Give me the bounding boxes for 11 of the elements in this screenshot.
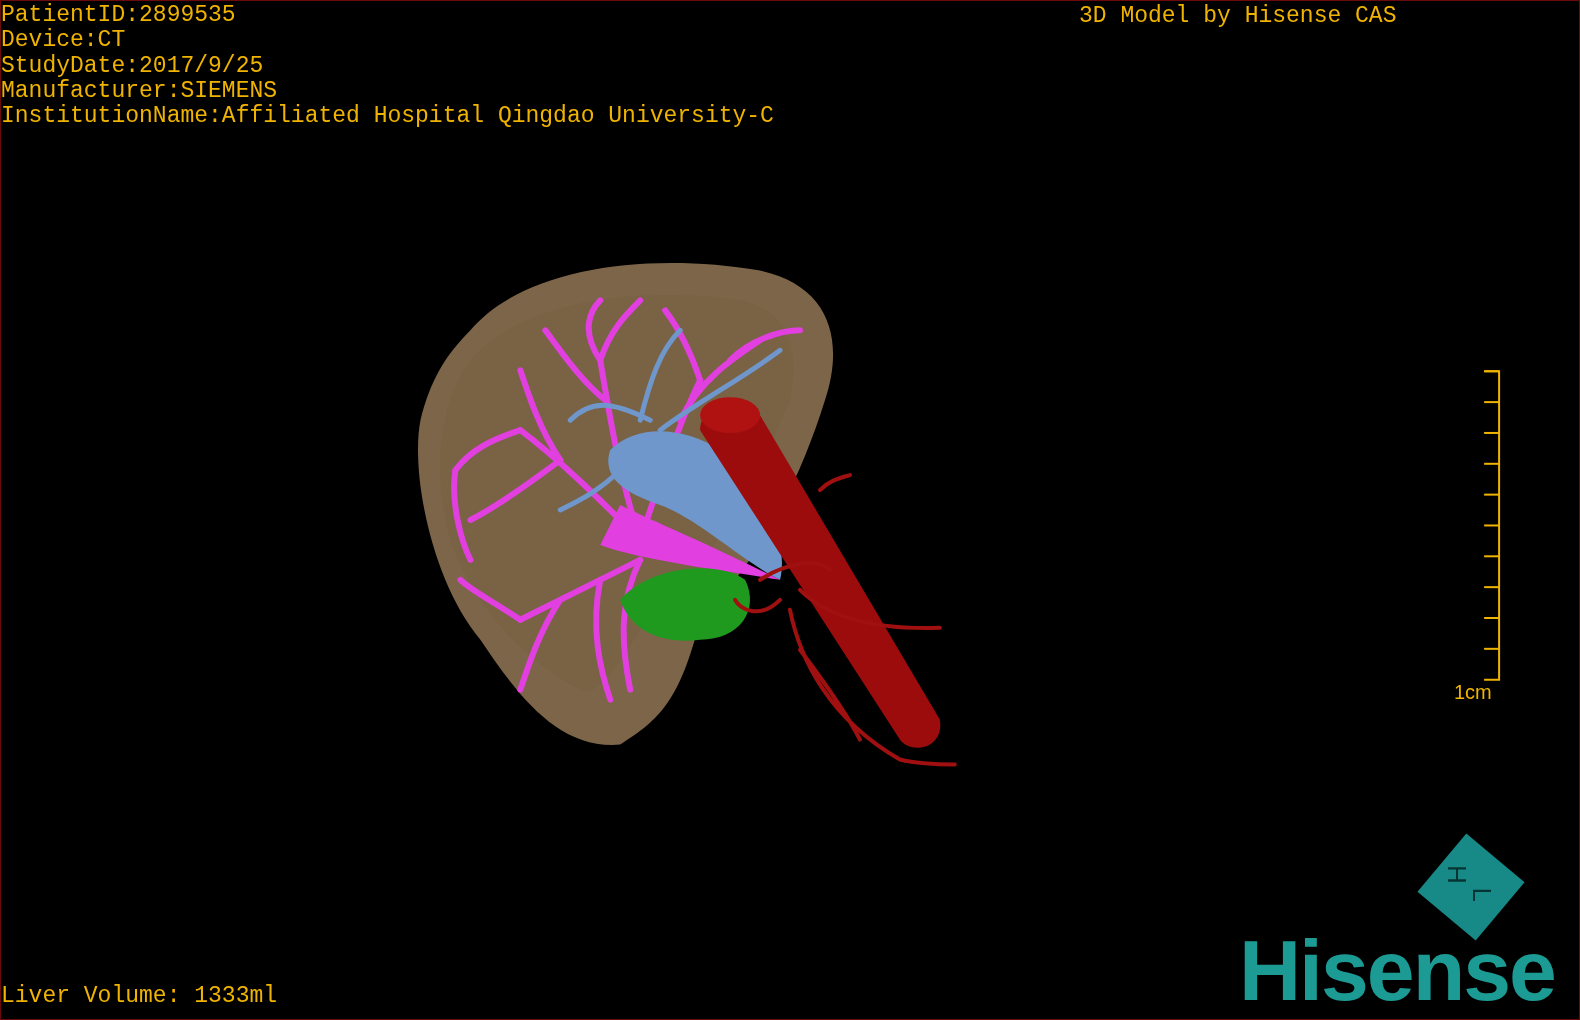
patient-info-text: Manufacturer:SIEMENS xyxy=(1,78,279,104)
patient-info-text: StudyDate:2017/9/25 xyxy=(1,53,265,79)
patient-info-text: InstitutionName:Affiliated Hospital Qingdao University-C xyxy=(1,104,774,130)
scale-label: 1cm xyxy=(1454,681,1492,704)
patient-info-text: PatientID:2899535 xyxy=(1,3,237,28)
cube-face-label: H xyxy=(1444,864,1471,884)
model-credit-text: 3D Model by Hisense CAS xyxy=(1079,3,1397,29)
orientation-cube[interactable]: H L xyxy=(1417,833,1525,941)
cube-face-label: L xyxy=(1468,887,1495,902)
patient-info-text: Device:CT xyxy=(1,28,127,54)
liver-volume-text: Liver Volume: 1333ml xyxy=(1,983,278,1009)
